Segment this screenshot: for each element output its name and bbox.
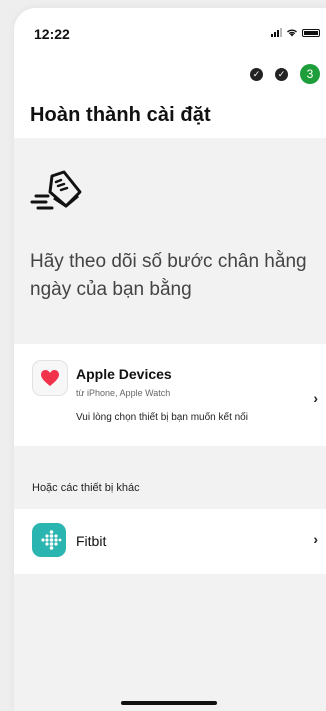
apple-devices-option[interactable]: Apple Devices từ iPhone, Apple Watch Vui… [14, 344, 326, 446]
heart-icon [41, 370, 59, 386]
signal-icon [271, 28, 282, 37]
fitbit-tile [32, 523, 66, 557]
phone-screen: 12:22 ✓ ✓ 3 Hoàn thành cài đặt Hãy theo … [14, 8, 326, 711]
apple-devices-title: Apple Devices [76, 366, 172, 382]
fitbit-label: Fitbit [76, 533, 107, 549]
step-1-done-badge: ✓ [250, 67, 263, 81]
progress-steps: ✓ ✓ 3 [250, 64, 320, 84]
intro-section: Hãy theo dõi số bước chân hằng ngày của … [14, 138, 326, 334]
apple-health-tile [32, 360, 68, 396]
chevron-right-icon: › [313, 531, 318, 547]
status-time: 12:22 [34, 26, 70, 42]
chevron-right-icon: › [313, 390, 318, 406]
intro-text: Hãy theo dõi số bước chân hằng ngày của … [30, 251, 307, 300]
wifi-icon [287, 29, 297, 37]
fitbit-option[interactable]: Fitbit › [14, 509, 326, 574]
header-area: 12:22 ✓ ✓ 3 Hoàn thành cài đặt [14, 8, 326, 138]
fitbit-icon [41, 530, 62, 550]
status-icons [271, 28, 320, 37]
step-3-current-badge: 3 [300, 64, 320, 84]
apple-devices-hint: Vui lòng chọn thiết bị bạn muốn kết nối [76, 412, 248, 423]
battery-icon [302, 28, 320, 37]
apple-devices-subtitle: từ iPhone, Apple Watch [76, 388, 171, 398]
step-2-done-badge: ✓ [275, 67, 288, 81]
page-title: Hoàn thành cài đặt [30, 104, 211, 126]
home-indicator[interactable] [121, 701, 217, 705]
other-devices-label: Hoặc các thiết bị khác [32, 482, 140, 494]
shoe-speed-icon [30, 170, 82, 210]
